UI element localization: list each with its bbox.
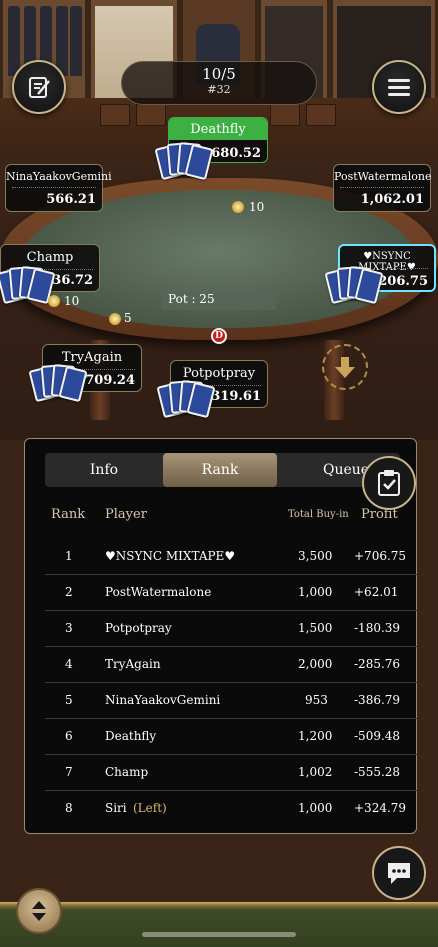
table-number: #32 <box>207 83 231 96</box>
row-buyin: 1,500 <box>298 621 333 635</box>
row-rank: 2 <box>65 585 73 599</box>
panel-tabs: Info Rank Queue (0 <box>45 453 400 487</box>
notepad-icon <box>29 77 50 98</box>
tab-rank[interactable]: Rank <box>163 453 277 487</box>
bet-amount: 10 <box>64 294 80 308</box>
row-player: Deathfly <box>105 729 157 743</box>
row-player: NinaYaakovGemini <box>105 693 221 707</box>
seat-postwatermalone[interactable]: PostWatermalone 1,062.01 <box>333 164 431 212</box>
sit-down-button[interactable] <box>322 344 368 390</box>
row-buyin: 1,002 <box>298 765 333 779</box>
rank-panel: Info Rank Queue (0 Rank Player Total Buy… <box>24 438 417 834</box>
bet-chip <box>48 295 60 307</box>
player-name: Deathfly <box>190 122 246 137</box>
blind-level-indicator: 10/5 #32 <box>121 61 317 105</box>
rank-row: 2 PostWatermalone 1,000 +62.01 <box>45 575 417 611</box>
row-profit: +324.79 <box>354 801 407 815</box>
menu-button[interactable] <box>372 60 426 114</box>
row-rank: 6 <box>65 729 73 743</box>
player-name: NinaYaakovGemini <box>6 170 112 183</box>
row-rank: 7 <box>65 765 73 779</box>
chat-bubble-icon <box>388 863 410 884</box>
player-cards <box>28 362 88 403</box>
player-cards <box>324 264 384 305</box>
arrow-down-icon <box>335 357 355 378</box>
seat-ninayaakovgemini[interactable]: NinaYaakovGemini 566.21 <box>5 164 112 212</box>
pot-display: Pot : 25 <box>162 292 276 310</box>
row-profit: -180.39 <box>354 621 401 635</box>
hamburger-icon <box>388 79 410 96</box>
row-buyin: 1,000 <box>298 801 333 815</box>
row-player: ♥NSYNC MIXTAPE♥ <box>105 549 236 563</box>
row-player: Siri <box>105 801 127 815</box>
row-rank: 8 <box>65 801 73 815</box>
row-buyin: 1,000 <box>298 585 333 599</box>
left-status-tag: (Left) <box>133 801 167 815</box>
header-rank: Rank <box>51 507 86 522</box>
row-profit: -386.79 <box>354 693 401 707</box>
dealer-button: D <box>211 328 227 344</box>
expand-toggle-button[interactable] <box>16 888 62 934</box>
row-player: Potpotpray <box>105 621 172 635</box>
row-buyin: 1,200 <box>298 729 333 743</box>
chat-button[interactable] <box>372 846 426 900</box>
blind-level: 10/5 <box>202 65 236 83</box>
rank-row: 5 NinaYaakovGemini 953 -386.79 <box>45 683 417 719</box>
row-profit: +706.75 <box>354 549 407 563</box>
row-buyin: 2,000 <box>298 657 333 671</box>
up-down-arrows-icon <box>32 901 46 921</box>
bet-chip <box>109 313 121 325</box>
rank-row: 3 Potpotpray 1,500 -180.39 <box>45 611 417 647</box>
header-player: Player <box>105 507 147 522</box>
row-profit: -555.28 <box>354 765 401 779</box>
row-profit: -285.76 <box>354 657 401 671</box>
player-name: PostWatermalone <box>334 170 432 183</box>
player-name: Champ <box>26 250 74 265</box>
row-player: TryAgain <box>105 657 161 671</box>
row-player: Champ <box>105 765 149 779</box>
rank-row: 4 TryAgain 2,000 -285.76 <box>45 647 417 683</box>
row-profit: +62.01 <box>354 585 399 599</box>
row-profit: -509.48 <box>354 729 401 743</box>
row-rank: 3 <box>65 621 73 635</box>
player-cards <box>156 378 216 419</box>
row-rank: 4 <box>65 657 73 671</box>
row-buyin: 3,500 <box>298 549 333 563</box>
clipboard-button[interactable] <box>362 456 416 510</box>
player-stack: 1,062.01 <box>360 192 424 207</box>
row-buyin: 953 <box>305 693 328 707</box>
bet-amount: 10 <box>249 200 265 214</box>
clipboard-check-icon <box>378 470 400 496</box>
rank-row: 1 ♥NSYNC MIXTAPE♥ 3,500 +706.75 <box>45 539 417 575</box>
rank-row: 7 Champ 1,002 -555.28 <box>45 755 417 791</box>
notes-button[interactable] <box>12 60 66 114</box>
tab-info[interactable]: Info <box>45 453 163 487</box>
player-cards <box>154 140 214 181</box>
home-indicator <box>142 932 296 937</box>
row-player: PostWatermalone <box>105 585 212 599</box>
rank-row: 6 Deathfly 1,200 -509.48 <box>45 719 417 755</box>
row-rank: 1 <box>65 549 73 563</box>
bet-amount: 5 <box>124 311 132 325</box>
header-total-buyin: Total Buy-in <box>288 509 349 520</box>
player-stack: 680.52 <box>211 146 261 161</box>
player-stack: 566.21 <box>46 192 96 207</box>
bet-chip <box>232 201 244 213</box>
row-rank: 5 <box>65 693 73 707</box>
bottom-bar <box>0 902 438 947</box>
rank-row: 8 Siri (Left) 1,000 +324.79 <box>45 791 417 827</box>
